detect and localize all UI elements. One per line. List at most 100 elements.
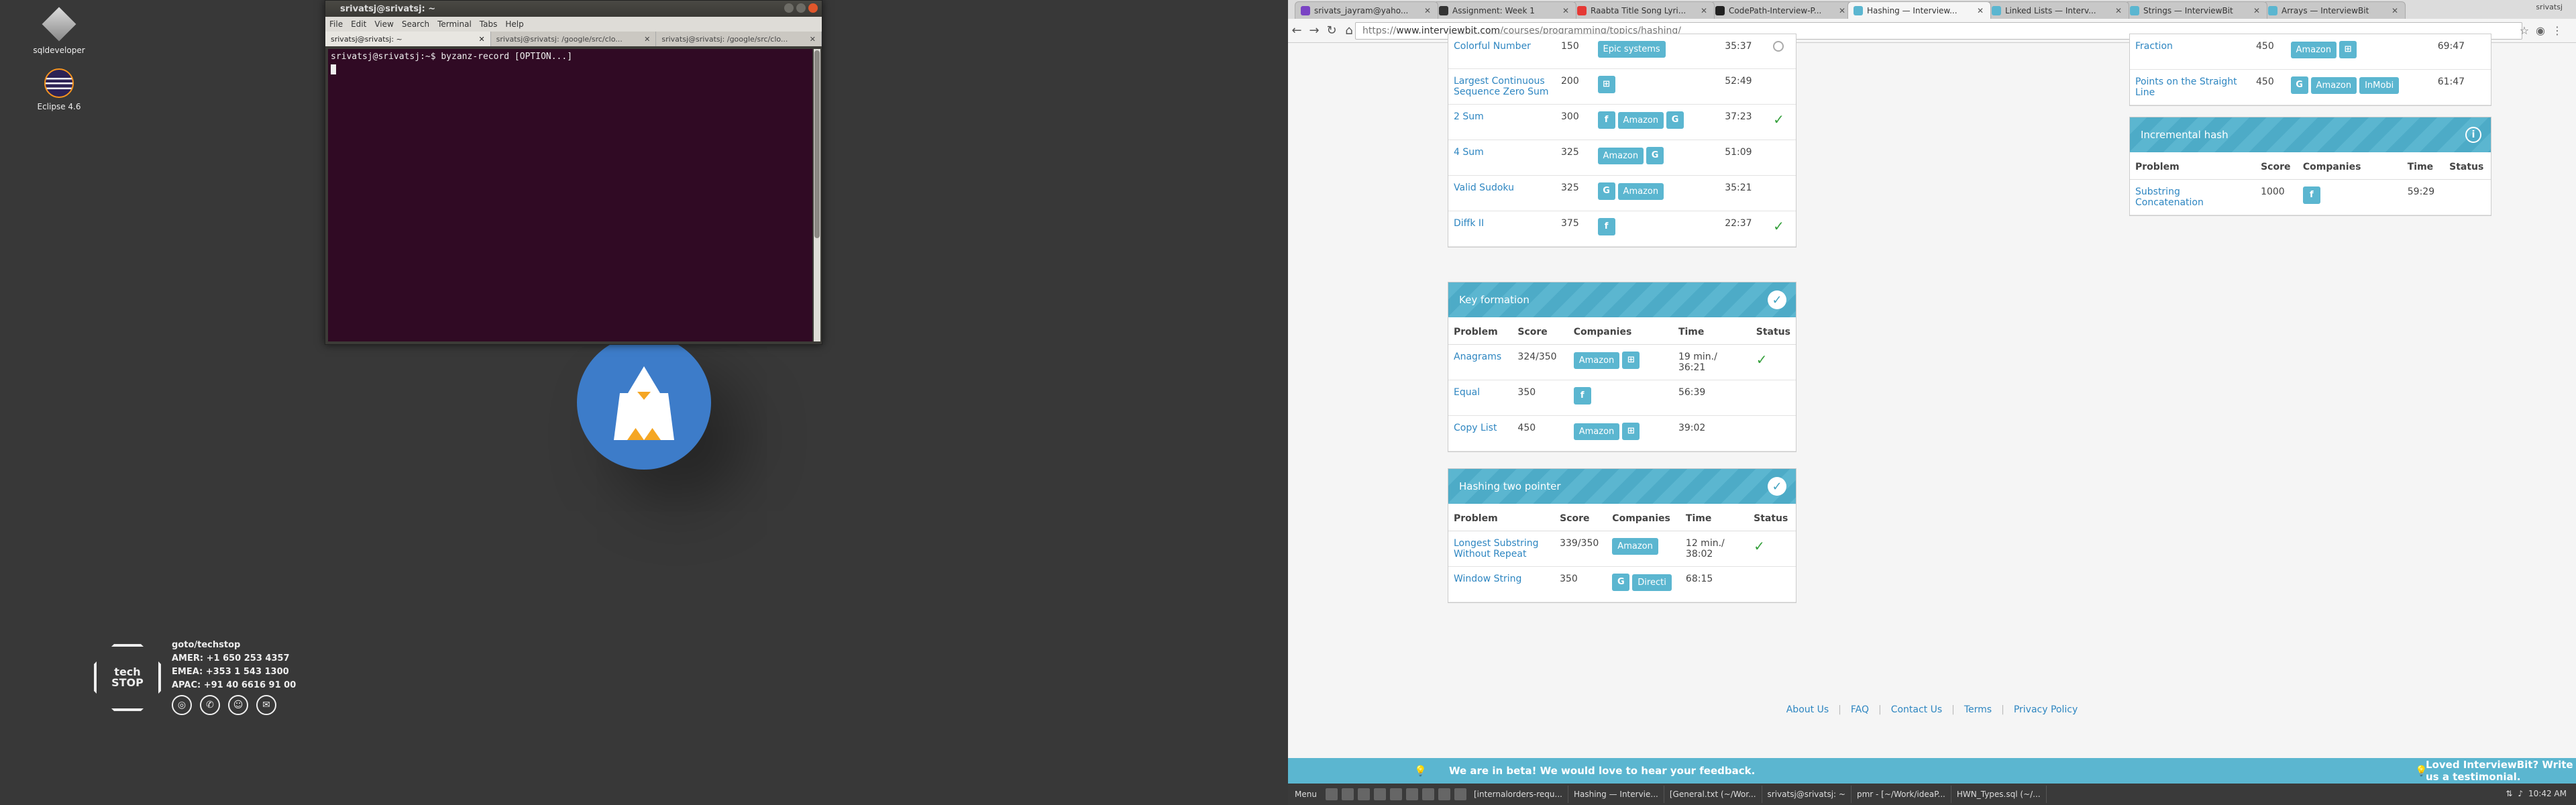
globe-icon[interactable]: ◎ [172,695,192,715]
footer-link[interactable]: About Us [1786,704,1829,715]
taskbar-task[interactable]: [General.txt (~/Wor... [1664,786,1762,803]
footer-link[interactable]: Contact Us [1891,704,1942,715]
close-icon[interactable]: ✕ [644,35,650,44]
windows-icon[interactable]: ⊞ [1622,352,1640,369]
launcher-icon[interactable] [1357,788,1370,800]
reload-icon[interactable]: ↻ [1323,23,1340,38]
close-icon[interactable]: ✕ [1977,6,1984,15]
launcher-icon[interactable] [1389,788,1402,800]
problem-link[interactable]: Copy List [1454,423,1497,433]
launcher-icon[interactable] [1405,788,1418,800]
email-icon[interactable]: ✉ [256,695,276,715]
terminal-tab[interactable]: srivatsj@srivatsj: /google/src/clo... ✕ [491,32,657,46]
card-header[interactable]: Hashing two pointer ✓ [1448,469,1796,504]
problem-link[interactable]: Colorful Number [1454,41,1531,52]
taskbar-task[interactable]: srivatsj@srivatsj: ~ [1762,786,1851,803]
extension-icon[interactable]: ◉ [2536,24,2545,37]
browser-tab[interactable]: srivats_jayram@yaho... ✕ [1295,1,1438,19]
menu-file[interactable]: File [329,19,343,29]
back-icon[interactable]: ← [1288,23,1305,38]
company-badge[interactable]: Amazon [1617,111,1664,129]
browser-tab[interactable]: CodePath-Interview-P... ✕ [1709,1,1853,19]
windows-icon[interactable]: ⊞ [2339,41,2357,58]
browser-tab[interactable]: Raabta Title Song Lyri... ✕ [1571,1,1715,19]
google-icon[interactable]: G [1597,182,1615,200]
terminal-tab[interactable]: srivatsj@srivatsj: /google/src/clo... ✕ [656,32,822,46]
browser-tab[interactable]: Arrays — InterviewBit ✕ [2262,1,2406,19]
company-badge[interactable]: Directi [1632,574,1672,591]
menu-view[interactable]: View [374,19,393,29]
company-badge[interactable]: InMobi [2359,76,2400,94]
facebook-icon[interactable]: f [2302,186,2320,204]
problem-link[interactable]: Window String [1454,574,1521,584]
facebook-icon[interactable]: f [1597,111,1615,129]
menu-edit[interactable]: Edit [351,19,366,29]
problem-link[interactable]: Largest Continuous Sequence Zero Sum [1454,76,1549,97]
windows-icon[interactable]: ⊞ [1622,423,1640,440]
google-icon[interactable]: G [1646,147,1664,164]
footer-link[interactable]: Privacy Policy [2014,704,2078,715]
facebook-icon[interactable]: f [1597,218,1615,235]
close-icon[interactable]: ✕ [1562,6,1569,15]
google-icon[interactable]: G [1666,111,1684,129]
company-badge[interactable]: Amazon [1573,352,1620,369]
maximize-icon[interactable] [796,3,806,13]
facebook-icon[interactable]: f [1573,387,1591,405]
company-badge[interactable]: Amazon [1612,538,1658,555]
problem-link[interactable]: Anagrams [1454,352,1501,362]
desktop-icon-eclipse[interactable]: Eclipse 4.6 [25,68,93,111]
volume-icon[interactable]: ♪ [2518,789,2523,798]
problem-link[interactable]: Fraction [2135,41,2173,52]
footer-link[interactable]: Terms [1964,704,1992,715]
close-icon[interactable]: ✕ [2392,6,2398,15]
terminal-tab[interactable]: srivatsj@srivatsj: ~ ✕ [325,32,491,46]
google-icon[interactable]: G [2290,76,2308,94]
taskbar-task[interactable]: pmr - [~/Work/ideaP... [1851,786,1951,803]
windows-icon[interactable]: ⊞ [1597,76,1615,93]
close-icon[interactable]: ✕ [2115,6,2122,15]
terminal-titlebar[interactable]: srivatsj@srivatsj: ~ [325,1,822,17]
problem-link[interactable]: Equal [1454,387,1480,398]
launcher-icon[interactable] [1438,788,1450,800]
problem-link[interactable]: Points on the Straight Line [2135,76,2237,98]
terminal-scrollbar[interactable] [814,49,820,341]
close-icon[interactable]: ✕ [1701,6,1707,15]
taskbar-task[interactable]: Hashing — Intervie... [1568,786,1664,803]
desktop-icon-sqldeveloper[interactable]: sqldeveloper [25,7,93,55]
browser-tab[interactable]: Linked Lists — Interv... ✕ [1986,1,2129,19]
close-icon[interactable]: ✕ [1839,6,1845,15]
launcher-icon[interactable] [1341,788,1354,800]
menu-icon[interactable]: ⋮ [2552,24,2563,37]
problem-link[interactable]: Valid Sudoku [1454,182,1514,193]
minimize-icon[interactable] [784,3,794,13]
browser-tab[interactable]: Strings — InterviewBit ✕ [2124,1,2267,19]
taskbar-task[interactable]: [internalorders-requ... [1468,786,1568,803]
problem-link[interactable]: 4 Sum [1454,147,1484,158]
company-badge[interactable]: Amazon [2310,76,2357,94]
browser-tab[interactable]: Hashing — Interview... ✕ [1847,1,1991,19]
google-icon[interactable]: G [1612,574,1630,591]
taskbar-task[interactable]: HWN_Types.sql (~/... [1951,786,2047,803]
launcher-icon[interactable] [1421,788,1434,800]
card-header[interactable]: Key formation ✓ [1448,282,1796,317]
problem-link[interactable]: Diffk II [1454,218,1484,229]
company-badge[interactable]: Epic systems [1597,41,1666,58]
footer-link[interactable]: FAQ [1851,704,1869,715]
close-icon[interactable]: ✕ [478,35,484,44]
start-menu-button[interactable]: Menu [1288,790,1324,799]
menu-search[interactable]: Search [402,19,429,29]
menu-tabs[interactable]: Tabs [480,19,498,29]
chat-icon[interactable]: ☺ [228,695,248,715]
close-icon[interactable]: ✕ [1424,6,1431,15]
forward-icon[interactable]: → [1305,23,1323,38]
menu-help[interactable]: Help [505,19,523,29]
company-badge[interactable]: Amazon [1617,182,1664,200]
beta-feedback-text[interactable]: We are in beta! We would love to hear yo… [1449,765,1755,777]
terminal-window[interactable]: srivatsj@srivatsj: ~ File Edit View Sear… [325,0,822,345]
problem-link[interactable]: Longest Substring Without Repeat [1454,538,1539,559]
browser-tab[interactable]: Assignment: Week 1 ✕ [1433,1,1576,19]
clock-text[interactable]: 10:42 AM [2528,789,2567,798]
company-badge[interactable]: Amazon [1597,147,1644,164]
close-icon[interactable]: ✕ [810,35,816,44]
info-icon[interactable]: i [2465,127,2481,143]
